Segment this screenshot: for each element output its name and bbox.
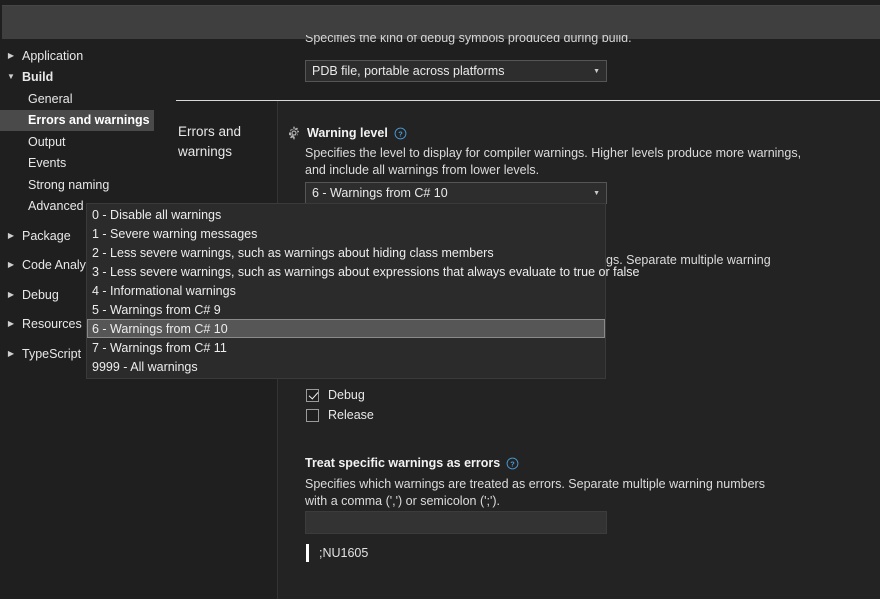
configuration-label: Debug <box>328 388 365 402</box>
sidebar-item-label: Build <box>22 70 54 85</box>
sidebar-item-label: Strong naming <box>28 177 110 192</box>
sidebar-item-label: Advanced <box>28 199 84 214</box>
sidebar-item-events[interactable]: Events <box>0 153 176 175</box>
debug-symbols-combo[interactable]: PDB file, portable across platforms ▼ <box>305 60 607 82</box>
dropdown-option-selected[interactable]: 6 - Warnings from C# 10 <box>87 319 605 338</box>
dropdown-option[interactable]: 0 - Disable all warnings <box>87 205 605 224</box>
chevron-right-icon: ▶ <box>7 50 15 60</box>
configuration-checkbox-debug[interactable]: Debug <box>306 386 365 404</box>
sidebar-item-label: Application <box>22 48 84 63</box>
sidebar-item-errors-and-warnings[interactable]: Errors and warnings <box>0 109 154 131</box>
sidebar-item-output[interactable]: Output <box>0 131 176 153</box>
dropdown-option[interactable]: 3 - Less severe warnings, such as warnin… <box>87 262 640 281</box>
configuration-checkbox-release[interactable]: Release <box>306 406 374 424</box>
warning-level-heading-text: Warning level <box>307 126 388 140</box>
svg-text:?: ? <box>398 129 403 138</box>
chevron-right-icon: ▶ <box>7 260 15 270</box>
dropdown-option[interactable]: 7 - Warnings from C# 11 <box>87 338 605 357</box>
dropdown-option[interactable]: 1 - Severe warning messages <box>87 224 605 243</box>
sidebar-item-general[interactable]: General <box>0 88 176 110</box>
chevron-down-icon: ▼ <box>593 67 600 75</box>
warning-level-heading: Warning level ? <box>287 126 407 140</box>
treat-as-errors-input-wrapper[interactable] <box>305 511 607 534</box>
message-accent-bar <box>306 544 309 562</box>
treat-as-errors-heading-text: Treat specific warnings as errors <box>305 456 501 470</box>
configuration-label: Release <box>328 408 374 422</box>
chevron-down-icon: ▼ <box>593 189 600 197</box>
treat-as-errors-message: ;NU1605 <box>306 544 368 562</box>
sidebar-item-label: Errors and warnings <box>28 113 150 128</box>
chevron-down-icon: ▼ <box>7 72 15 82</box>
toolbar-strip <box>2 5 880 39</box>
suppress-warnings-description-fragment: gs. Separate multiple warning <box>606 253 771 267</box>
sidebar-item-label: General <box>28 91 73 106</box>
dropdown-option[interactable]: 5 - Warnings from C# 9 <box>87 300 605 319</box>
dropdown-option[interactable]: 2 - Less severe warnings, such as warnin… <box>87 243 605 262</box>
message-text: ;NU1605 <box>319 546 369 560</box>
help-circle-icon[interactable]: ? <box>506 457 519 470</box>
dropdown-option[interactable]: 4 - Informational warnings <box>87 281 605 300</box>
treat-as-errors-heading: Treat specific warnings as errors ? <box>305 456 519 470</box>
sidebar-item-application[interactable]: ▶ Application <box>0 45 176 67</box>
dropdown-option[interactable]: 9999 - All warnings <box>87 357 605 376</box>
warning-level-description: Specifies the level to display for compi… <box>305 146 802 177</box>
sidebar-item-label: TypeScript <box>22 346 82 361</box>
debug-symbols-combo-value: PDB file, portable across platforms <box>312 64 505 78</box>
treat-as-errors-description: Specifies which warnings are treated as … <box>305 477 765 508</box>
sidebar-item-label: Debug <box>22 287 59 302</box>
sidebar-item-label: Output <box>28 134 66 149</box>
help-circle-icon[interactable]: ? <box>394 127 407 140</box>
sidebar-item-label: Package <box>22 228 71 243</box>
chevron-right-icon: ▶ <box>7 230 15 240</box>
checkbox-icon[interactable] <box>306 408 319 422</box>
sidebar-item-strong-naming[interactable]: Strong naming <box>0 174 176 196</box>
svg-text:?: ? <box>511 459 516 468</box>
chevron-right-icon: ▶ <box>7 348 15 358</box>
debug-symbols-description-text: Specifies the kind of debug symbols prod… <box>305 35 632 45</box>
warning-level-combo-value: 6 - Warnings from C# 10 <box>312 186 448 200</box>
page-title: Errors and warnings <box>178 124 242 159</box>
chevron-right-icon: ▶ <box>7 289 15 299</box>
sidebar-item-build[interactable]: ▼ Build <box>0 67 176 89</box>
warning-level-combo[interactable]: 6 - Warnings from C# 10 ▼ <box>305 182 607 204</box>
sidebar-item-label: Resources <box>22 317 82 332</box>
warning-level-dropdown-popup[interactable]: 0 - Disable all warnings 1 - Severe warn… <box>86 203 640 379</box>
checkbox-icon[interactable] <box>306 388 319 402</box>
gear-icon <box>289 126 299 140</box>
sidebar-item-label: Events <box>28 156 67 171</box>
chevron-right-icon: ▶ <box>7 319 15 329</box>
treat-as-errors-input[interactable] <box>306 512 606 533</box>
debug-symbols-description-clipped: Specifies the kind of debug symbols prod… <box>305 35 632 47</box>
